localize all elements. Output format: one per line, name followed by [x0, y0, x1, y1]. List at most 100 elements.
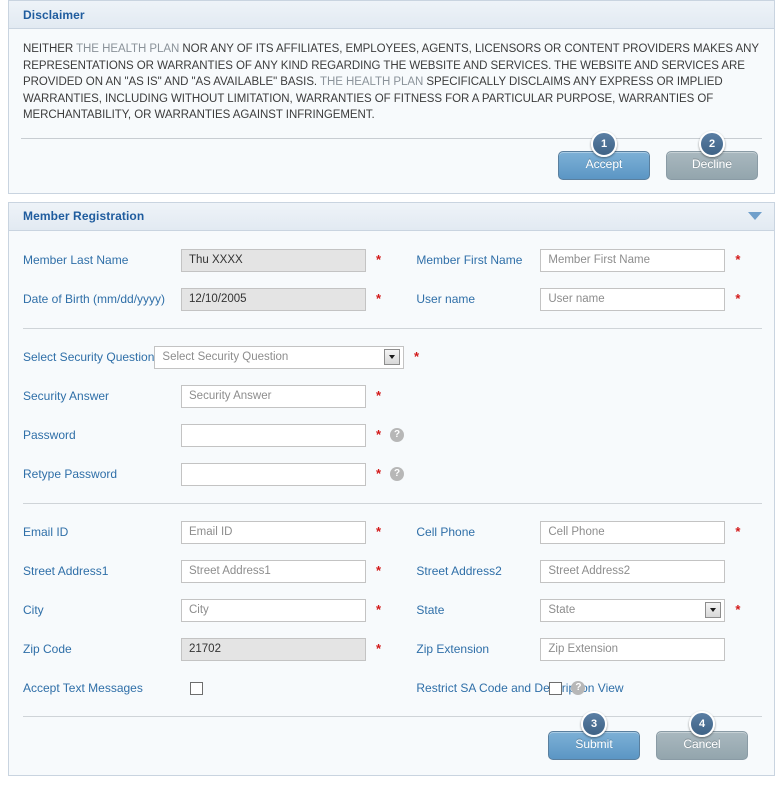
field-retype-password: Retype Password * ? [9, 462, 419, 486]
state-label: State [416, 603, 445, 618]
state-required: * [735, 602, 741, 618]
accept-step-badge: 1 [591, 131, 617, 158]
disclaimer-text: NEITHER THE HEALTH PLAN NOR ANY OF ITS A… [9, 29, 774, 134]
field-member-first-name: Member First Name Member First Name * [416, 248, 774, 272]
field-security-answer: Security Answer Security Answer * [9, 384, 419, 408]
accept-text-messages-checkbox[interactable] [190, 681, 203, 695]
email-id-label: Email ID [23, 525, 69, 540]
submit-step-badge: 3 [581, 711, 607, 738]
form-row-security-answer: Security Answer Security Answer * [9, 377, 774, 416]
field-date-of-birth: Date of Birth (mm/dd/yyyy) 12/10/2005 * [9, 287, 416, 311]
form-row-password: Password * ? [9, 416, 774, 455]
disclaimer-panel-body: NEITHER THE HEALTH PLAN NOR ANY OF ITS A… [9, 29, 774, 193]
field-street-address1: Street Address1 Street Address1 * [9, 559, 416, 583]
security-answer-required: * [376, 388, 382, 404]
state-select[interactable]: State [540, 598, 726, 622]
cell-phone-label: Cell Phone [416, 525, 476, 540]
chevron-down-icon[interactable] [705, 602, 722, 619]
restrict-sa-code-label: Restrict SA Code and Description View [416, 681, 624, 696]
disclaimer-button-row: 1 Accept 2 Decline [9, 131, 774, 193]
field-zip-extension: Zip Extension Zip Extension * [416, 637, 774, 661]
disclaimer-title: Disclaimer [23, 7, 85, 22]
chevron-down-icon[interactable] [748, 212, 762, 221]
zip-code-input[interactable]: 21702 [181, 637, 366, 661]
member-registration-form: Member Last Name Thu XXXX * Member First… [9, 230, 774, 775]
password-label: Password [23, 428, 76, 443]
restrict-sa-code-checkbox[interactable] [549, 681, 563, 695]
field-street-address2: Street Address2 Street Address2 * [416, 559, 774, 583]
state-selected-value: State [548, 603, 576, 616]
field-password: Password * ? [9, 423, 419, 447]
field-cell-phone: Cell Phone Cell Phone * [416, 520, 774, 544]
street-address2-label: Street Address2 [416, 564, 502, 579]
zip-code-label: Zip Code [23, 642, 72, 657]
field-email-id: Email ID Email ID * [9, 520, 416, 544]
form-row-dob-username: Date of Birth (mm/dd/yyyy) 12/10/2005 * … [9, 280, 774, 319]
disclaimer-token-health-plan-1: THE HEALTH PLAN [76, 43, 180, 55]
member-last-name-label: Member Last Name [23, 253, 129, 268]
date-of-birth-input[interactable]: 12/10/2005 [181, 287, 366, 311]
form-row-email-cell: Email ID Email ID * Cell Phone Cell Phon… [9, 513, 774, 552]
city-required: * [376, 602, 382, 618]
field-city: City City * [9, 598, 416, 622]
accept-button-wrapper: 1 Accept [558, 131, 650, 181]
disclaimer-panel-header: Disclaimer [9, 1, 774, 29]
form-row-checkboxes: Accept Text Messages Restrict SA Code an… [9, 669, 774, 708]
field-state: State State * [416, 598, 774, 622]
field-restrict-sa-code: Restrict SA Code and Description View ? [416, 673, 774, 703]
disclaimer-token-health-plan-2: THE HEALTH PLAN [320, 76, 424, 89]
chevron-down-icon[interactable] [383, 349, 400, 366]
form-divider-2 [23, 502, 762, 504]
registration-page: Disclaimer NEITHER THE HEALTH PLAN NOR A… [0, 0, 783, 810]
field-member-last-name: Member Last Name Thu XXXX * [9, 248, 416, 272]
field-user-name: User name User name * [416, 287, 774, 311]
decline-button-wrapper: 2 Decline [666, 131, 758, 181]
panel-gap [0, 194, 783, 202]
security-answer-label: Security Answer [23, 389, 110, 404]
retype-password-input[interactable] [181, 462, 366, 486]
disclaimer-panel: Disclaimer NEITHER THE HEALTH PLAN NOR A… [8, 0, 775, 194]
retype-password-label: Retype Password [23, 467, 118, 482]
field-zip-code: Zip Code 21702 * [9, 637, 416, 661]
password-input[interactable] [181, 423, 366, 447]
accept-text-messages-label: Accept Text Messages [23, 681, 143, 696]
member-registration-panel: Member Registration Member Last Name Thu… [8, 201, 775, 776]
street-address1-required: * [376, 563, 382, 579]
disclaimer-text-part1: NEITHER [23, 43, 77, 55]
street-address1-input[interactable]: Street Address1 [181, 559, 366, 583]
date-of-birth-required: * [376, 291, 382, 307]
cancel-button-wrapper: 4 Cancel [656, 711, 748, 761]
member-last-name-required: * [376, 252, 382, 268]
member-first-name-input[interactable]: Member First Name [540, 248, 726, 272]
form-divider-1 [23, 327, 762, 329]
user-name-input[interactable]: User name [540, 287, 726, 311]
member-registration-header[interactable]: Member Registration [9, 202, 774, 231]
member-last-name-input[interactable]: Thu XXXX [181, 248, 366, 272]
decline-step-badge: 2 [699, 131, 725, 158]
security-question-select[interactable]: Select Security Question [154, 345, 404, 369]
email-id-input[interactable]: Email ID [181, 520, 366, 544]
member-first-name-label: Member First Name [416, 253, 523, 268]
cancel-step-badge: 4 [689, 711, 715, 738]
form-row-security-question: Select Security Question Select Security… [9, 338, 774, 377]
zip-extension-input[interactable]: Zip Extension [540, 637, 726, 661]
cell-phone-input[interactable]: Cell Phone [540, 520, 726, 544]
field-accept-text-messages: Accept Text Messages [9, 673, 416, 703]
help-icon[interactable]: ? [390, 428, 405, 443]
city-input[interactable]: City [181, 598, 366, 622]
security-question-required: * [413, 349, 419, 365]
password-required: * [376, 427, 382, 443]
user-name-label: User name [416, 292, 476, 307]
help-icon[interactable]: ? [390, 467, 405, 482]
member-registration-title: Member Registration [23, 209, 145, 224]
street-address2-input[interactable]: Street Address2 [540, 559, 726, 583]
member-first-name-required: * [735, 252, 741, 268]
user-name-required: * [735, 291, 741, 307]
retype-password-required: * [376, 466, 382, 482]
street-address1-label: Street Address1 [23, 564, 109, 579]
security-question-label: Select Security Question [23, 350, 155, 365]
security-answer-input[interactable]: Security Answer [181, 384, 366, 408]
form-row-names: Member Last Name Thu XXXX * Member First… [9, 241, 774, 280]
zip-code-required: * [376, 641, 382, 657]
email-id-required: * [376, 524, 382, 540]
